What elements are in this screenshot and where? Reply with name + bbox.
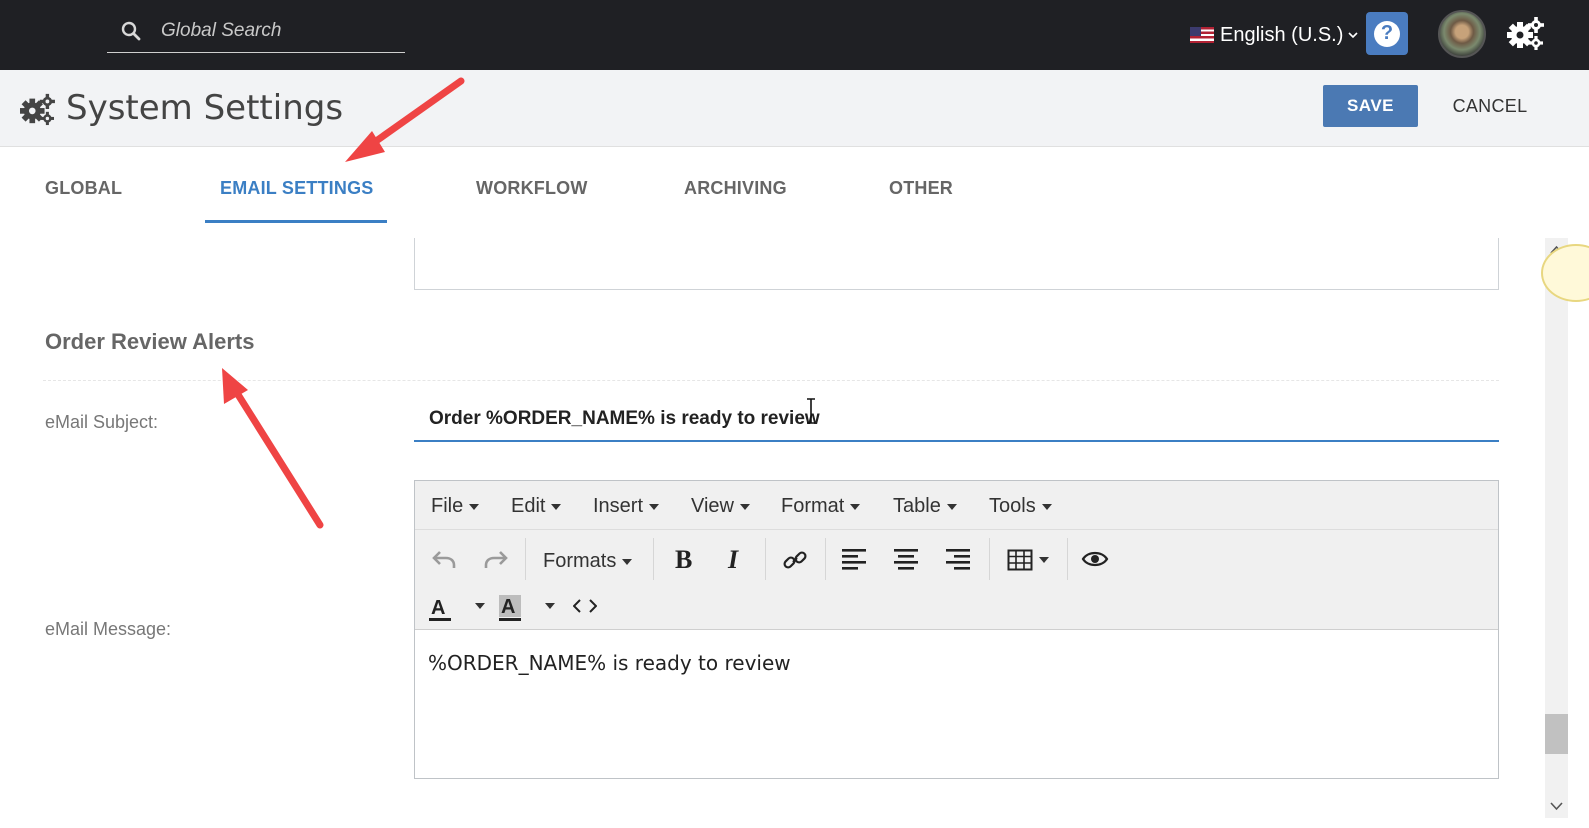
top-bar: English (U.S.) ? — [0, 0, 1589, 70]
menu-format[interactable]: Format — [781, 495, 861, 518]
bold-icon[interactable]: B — [673, 546, 695, 572]
menu-label: Table — [893, 495, 941, 517]
page: English (U.S.) ? — [0, 0, 1589, 828]
caret-down-icon — [469, 503, 480, 510]
menu-table[interactable]: Table — [893, 495, 957, 518]
align-left-icon[interactable] — [841, 548, 867, 570]
toolbar-separator — [525, 538, 526, 580]
section-divider — [43, 380, 1499, 381]
formats-dropdown[interactable]: Formats — [543, 550, 633, 573]
toolbar-separator — [989, 538, 990, 580]
preview-eye-icon[interactable] — [1081, 550, 1109, 568]
menu-view[interactable]: View — [691, 495, 750, 518]
help-button[interactable]: ? — [1366, 12, 1408, 55]
email-message-editor: File Edit Insert View Format Table Tools… — [414, 480, 1499, 779]
text-cursor-icon — [807, 398, 815, 424]
search-input[interactable] — [161, 16, 391, 46]
scroll-down-icon[interactable] — [1545, 798, 1568, 814]
menu-label: Insert — [593, 495, 644, 517]
chevron-down-icon — [1348, 32, 1358, 39]
background-color-icon[interactable]: A — [497, 594, 523, 622]
toolbar-separator — [653, 538, 654, 580]
svg-text:A: A — [501, 596, 515, 618]
svg-text:I: I — [727, 546, 739, 572]
redo-icon[interactable] — [483, 548, 509, 570]
caret-down-icon — [740, 503, 750, 510]
italic-icon[interactable]: I — [725, 546, 747, 572]
tab-other[interactable]: OTHER — [889, 178, 953, 199]
email-subject-input[interactable] — [414, 398, 1499, 442]
menu-file[interactable]: File — [431, 495, 480, 518]
global-search[interactable] — [107, 10, 405, 53]
settings-tabs: GLOBAL EMAIL SETTINGS WORKFLOW ARCHIVING… — [0, 148, 1589, 226]
save-button[interactable]: SAVE — [1323, 85, 1418, 127]
menu-label: File — [431, 495, 464, 517]
formats-label: Formats — [543, 550, 617, 572]
text-color-icon[interactable]: A — [427, 594, 453, 622]
source-code-icon[interactable] — [573, 598, 597, 614]
menu-label: Format — [781, 495, 845, 517]
message-body-text: %ORDER_NAME% is ready to review — [428, 651, 791, 675]
language-label: English (U.S.) — [1220, 23, 1344, 46]
link-icon[interactable] — [781, 546, 809, 574]
align-center-icon[interactable] — [893, 548, 919, 570]
tab-email-settings[interactable]: EMAIL SETTINGS — [220, 178, 373, 199]
caret-down-icon[interactable] — [475, 603, 485, 609]
avatar[interactable] — [1438, 10, 1486, 58]
table-icon — [1007, 549, 1033, 571]
caret-down-icon — [946, 503, 957, 510]
tab-archiving[interactable]: ARCHIVING — [684, 178, 787, 199]
us-flag-icon — [1190, 27, 1214, 43]
caret-down-icon — [1039, 557, 1049, 563]
previous-message-field[interactable] — [414, 238, 1499, 290]
table-dropdown[interactable] — [1005, 548, 1051, 572]
caret-down-icon — [649, 503, 660, 510]
caret-down-icon — [551, 503, 562, 510]
align-right-icon[interactable] — [945, 548, 971, 570]
caret-down-icon — [622, 558, 633, 565]
settings-gears-icon — [20, 93, 55, 126]
tab-global[interactable]: GLOBAL — [45, 178, 122, 199]
page-header: System Settings SAVE CANCEL — [0, 70, 1589, 147]
undo-icon[interactable] — [431, 548, 457, 570]
toolbar-separator — [1067, 538, 1068, 580]
menu-label: Edit — [511, 495, 546, 517]
email-subject-label: eMail Subject: — [45, 412, 159, 432]
svg-text:A: A — [431, 597, 445, 619]
email-message-label: eMail Message: — [45, 619, 172, 639]
settings-gears-icon[interactable] — [1505, 15, 1545, 51]
question-icon: ? — [1374, 20, 1400, 47]
active-tab-indicator — [205, 220, 387, 223]
scrollbar-thumb[interactable] — [1545, 714, 1568, 754]
menu-label: View — [691, 495, 734, 517]
language-selector[interactable]: English (U.S.) — [1190, 20, 1358, 50]
editor-menubar: File Edit Insert View Format Table Tools — [415, 481, 1498, 530]
arrow-to-section-title-icon — [222, 368, 324, 529]
editor-toolbar: Formats B I A A — [415, 530, 1498, 630]
menu-insert[interactable]: Insert — [593, 495, 660, 518]
svg-text:B: B — [675, 546, 692, 572]
section-title: Order Review Alerts — [45, 329, 255, 354]
toolbar-separator — [825, 538, 826, 580]
menu-edit[interactable]: Edit — [511, 495, 562, 518]
page-title: System Settings — [66, 88, 344, 128]
menu-label: Tools — [989, 495, 1036, 517]
search-icon — [121, 21, 141, 41]
cancel-button[interactable]: CANCEL — [1440, 85, 1540, 127]
page-scrollbar[interactable] — [1545, 238, 1568, 818]
editor-content[interactable]: %ORDER_NAME% is ready to review — [415, 631, 1498, 779]
tab-workflow[interactable]: WORKFLOW — [476, 178, 588, 199]
toolbar-separator — [765, 538, 766, 580]
menu-tools[interactable]: Tools — [989, 495, 1052, 518]
caret-down-icon[interactable] — [545, 603, 555, 609]
caret-down-icon — [1041, 503, 1052, 510]
caret-down-icon — [850, 503, 861, 510]
